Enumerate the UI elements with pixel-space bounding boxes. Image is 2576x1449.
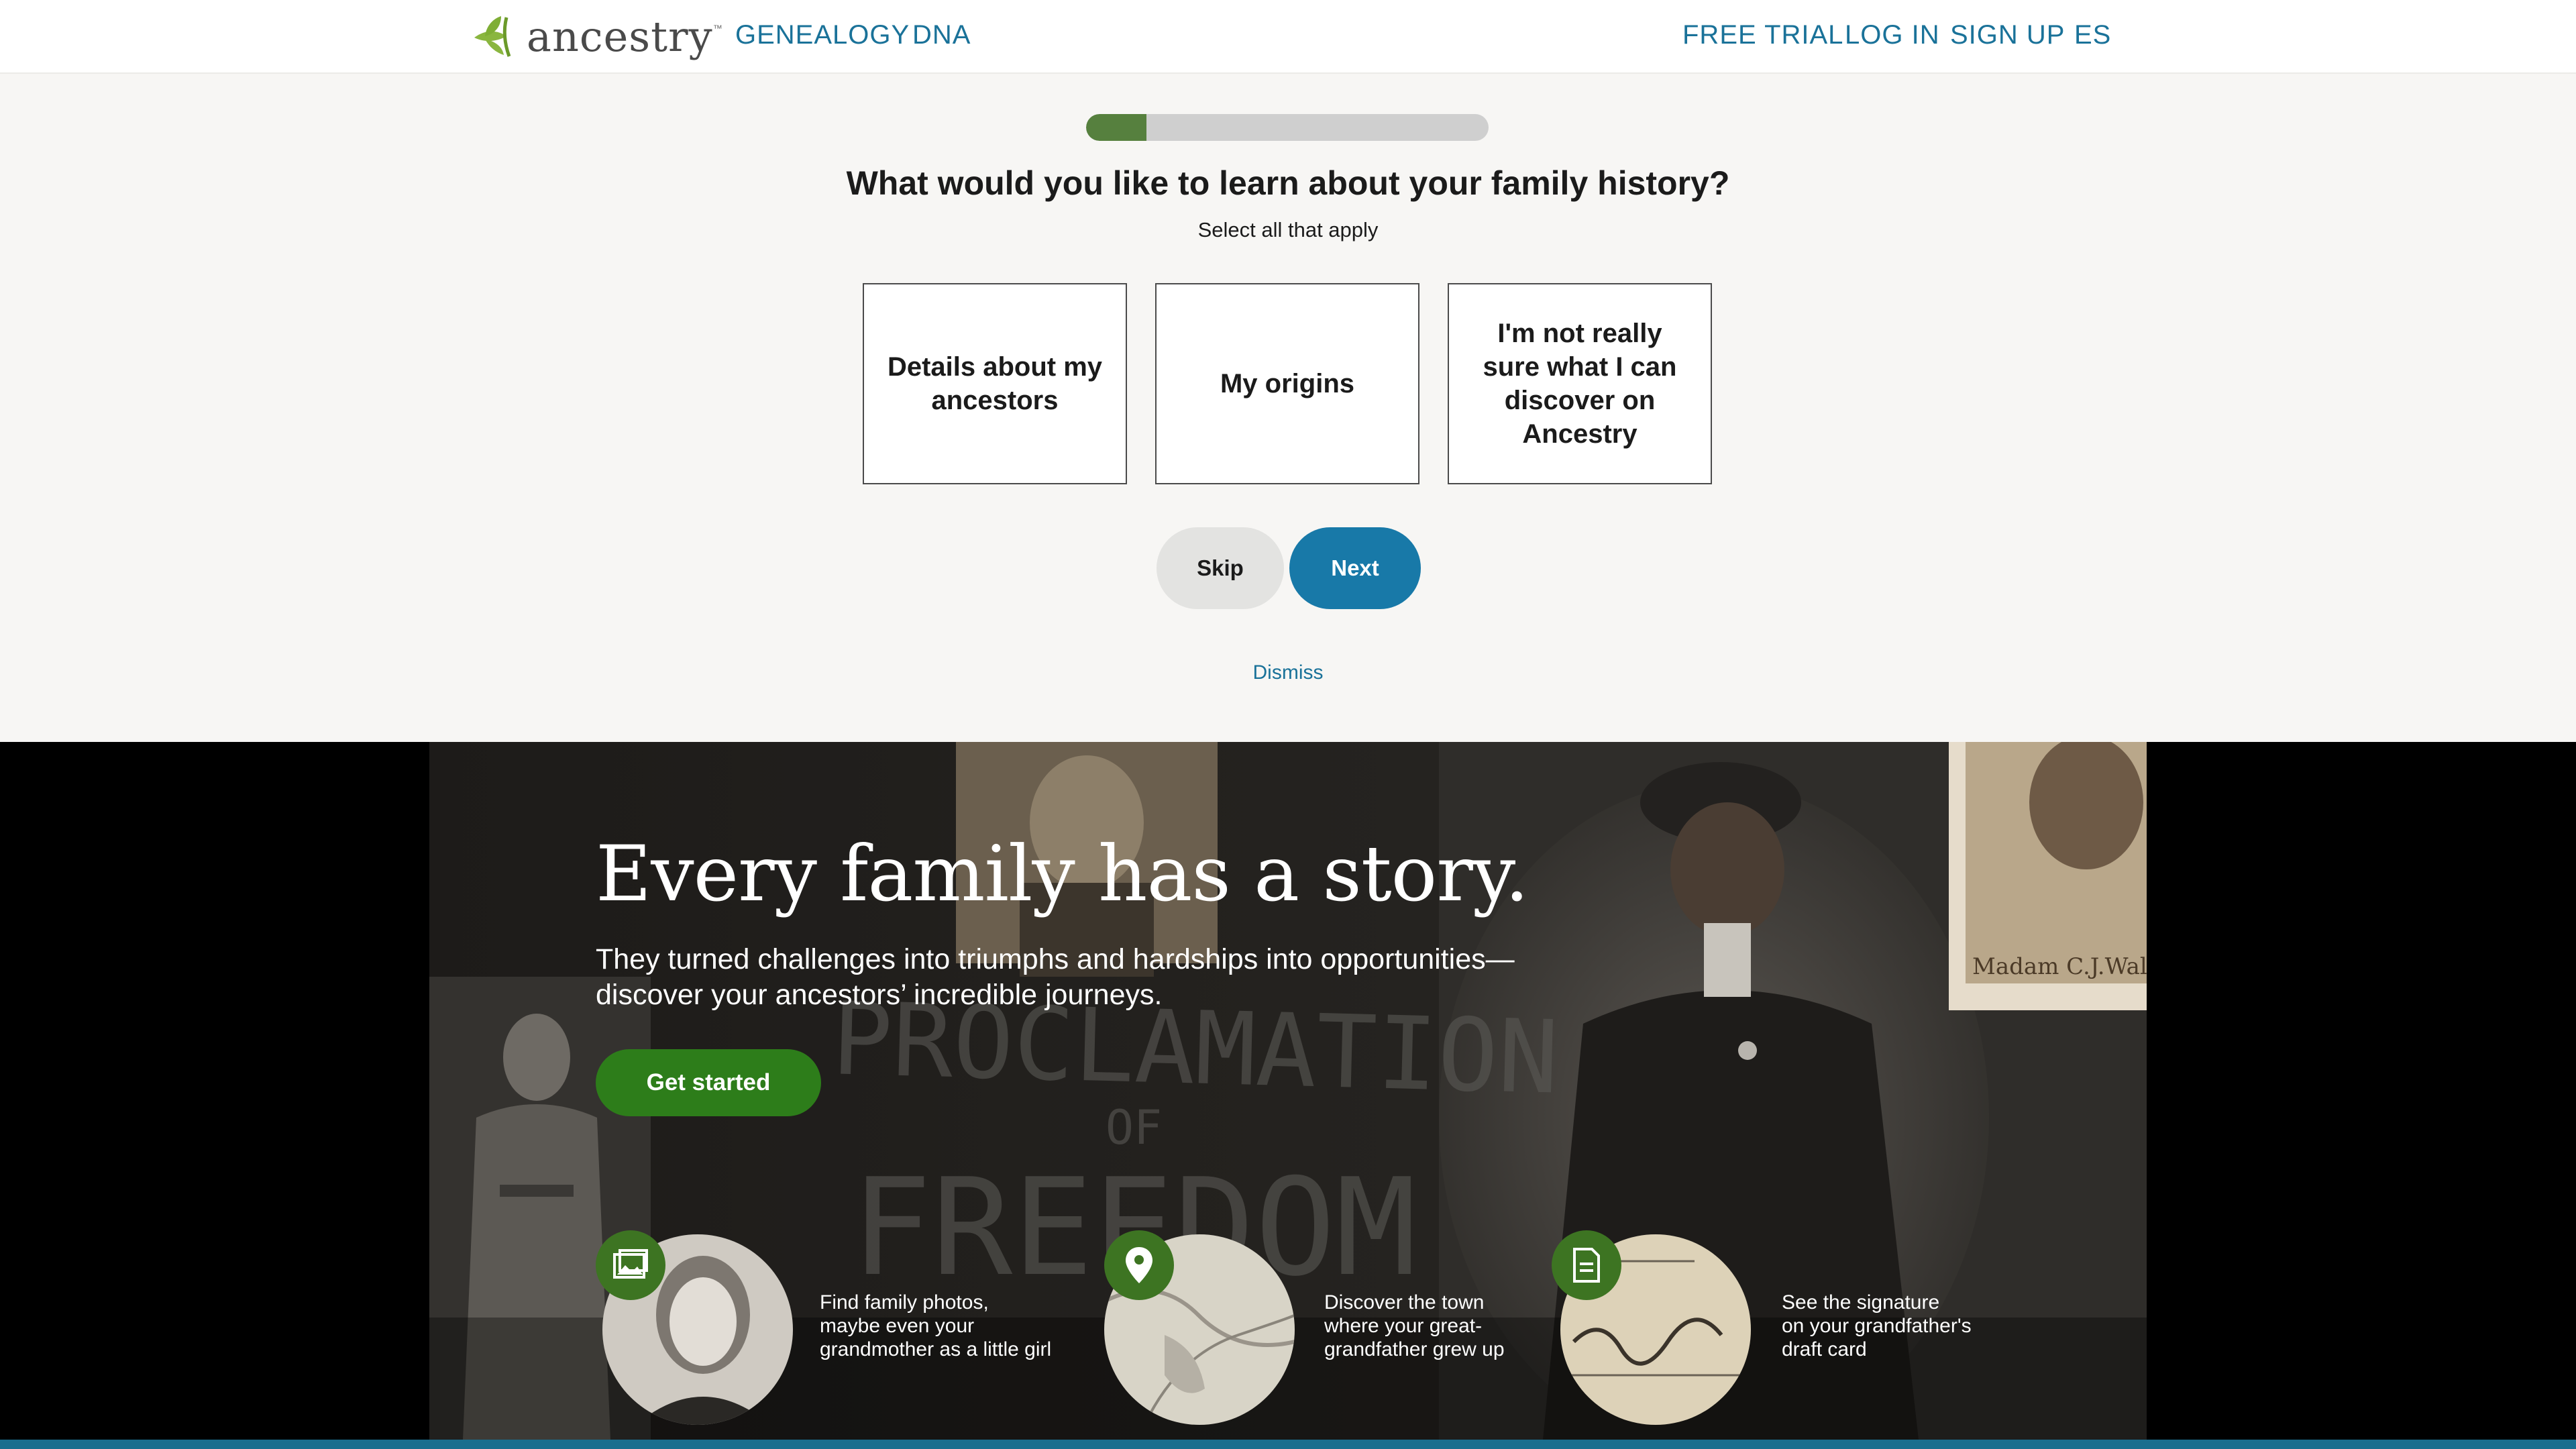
progress-fill (1086, 114, 1146, 141)
option-ancestor-details[interactable]: Details about my ancestors (863, 283, 1127, 484)
nav-free-trial[interactable]: FREE TRIAL (1682, 20, 1843, 50)
next-button[interactable]: Next (1289, 527, 1421, 609)
survey-progress-bar (1086, 114, 1489, 141)
hero-title: Every family has a story. (596, 829, 1529, 918)
nav-sign-up[interactable]: SIGN UP (1950, 20, 2065, 50)
leaf-logo-icon (474, 16, 511, 57)
option-not-sure[interactable]: I'm not really sure what I can discover … (1448, 283, 1712, 484)
nav-dna[interactable]: DNA (912, 20, 971, 50)
nav-log-in[interactable]: LOG IN (1845, 20, 1940, 50)
trademark-mark: ™ (712, 23, 722, 34)
survey-hint: Select all that apply (1197, 218, 1379, 241)
document-icon (1552, 1230, 1621, 1300)
feature-text-photos: Find family photos, maybe even your gran… (820, 1291, 1052, 1360)
survey-question: What would you like to learn about your … (846, 164, 1730, 202)
feature-text-signature: See the signature on your grandfather's … (1782, 1291, 1972, 1360)
dismiss-link[interactable]: Dismiss (0, 661, 2576, 684)
photo-icon (596, 1230, 665, 1300)
hero-subtitle: They turned challenges into triumphs and… (596, 943, 1515, 1011)
footer-accent-bar (0, 1440, 2576, 1449)
feature-text-town: Discover the town where your great- gran… (1324, 1291, 1505, 1360)
skip-button[interactable]: Skip (1157, 527, 1284, 609)
nav-language-es[interactable]: ES (2074, 20, 2111, 50)
ancestry-logo[interactable]: ancestry ™ (472, 11, 722, 61)
logo-wordmark: ancestry (527, 11, 713, 61)
get-started-button[interactable]: Get started (596, 1049, 821, 1116)
option-my-origins[interactable]: My origins (1155, 283, 1419, 484)
nav-genealogy[interactable]: GENEALOGY (735, 20, 910, 50)
map-pin-icon (1104, 1230, 1174, 1300)
stamp-text: Madam C.J.Wal (1972, 953, 2147, 980)
site-header: ancestry ™ GENEALOGY DNA FREE TRIAL LOG … (0, 0, 2576, 74)
